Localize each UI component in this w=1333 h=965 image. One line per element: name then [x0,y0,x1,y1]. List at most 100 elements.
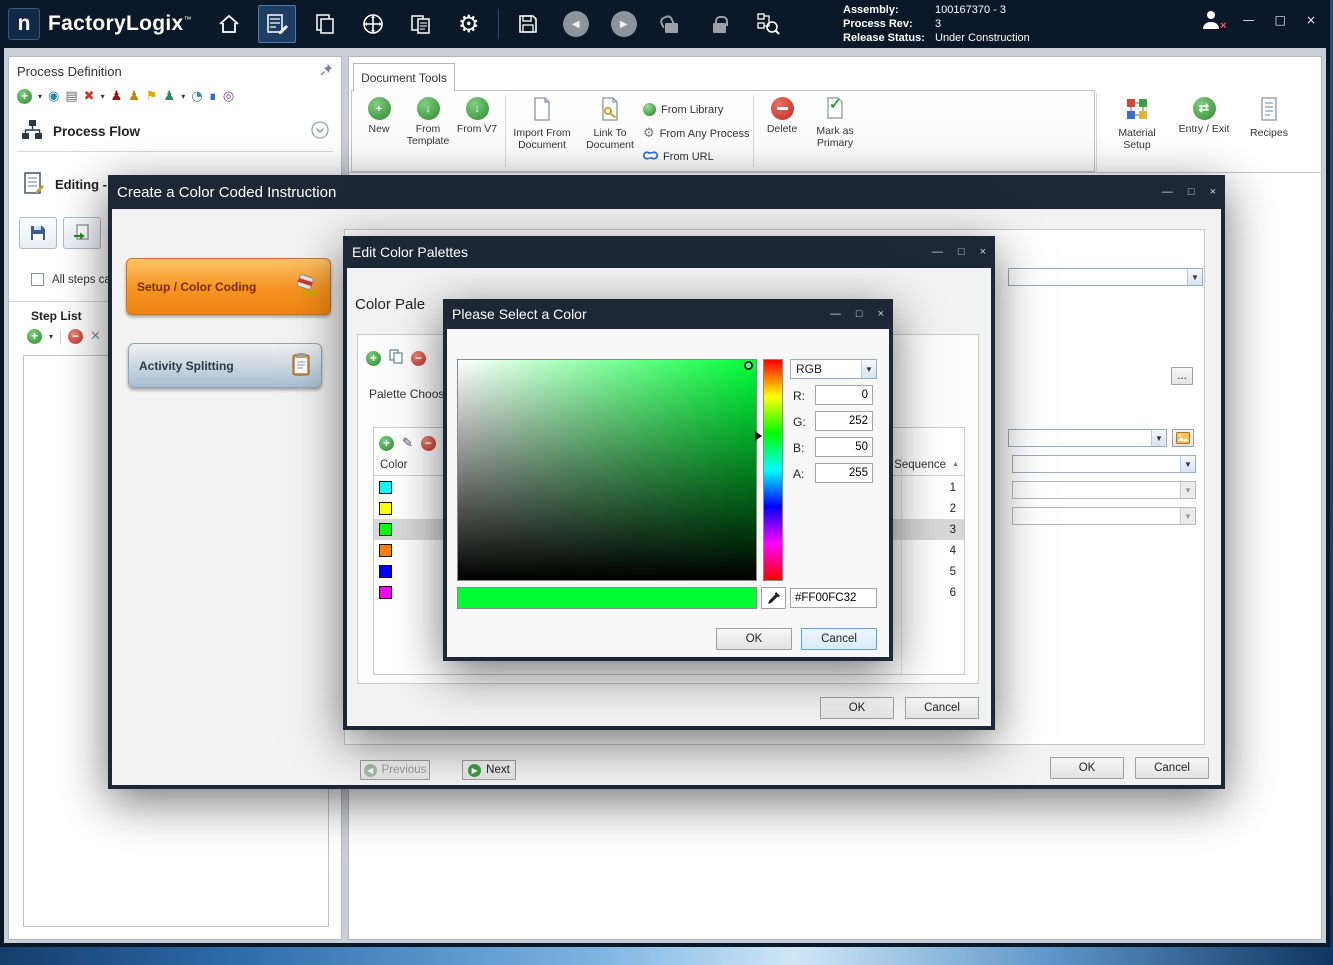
app-close-button[interactable]: × [1306,13,1316,27]
from-library-button[interactable]: From Library [643,103,723,116]
process-search-icon[interactable] [749,5,787,43]
save-step-button[interactable] [19,217,57,249]
add-caret-icon[interactable]: ▾ [38,92,42,101]
add-step-icon[interactable]: + [27,329,42,344]
link-to-document-button[interactable]: Link To Document [579,97,641,151]
all-steps-checkbox[interactable] [31,273,44,286]
back-icon[interactable]: ◀ [557,5,595,43]
remove-step-icon[interactable]: − [68,329,83,344]
collapse-arrow-icon[interactable] [311,121,329,142]
globe-icon[interactable]: ◉ [48,90,59,104]
maximize-icon[interactable]: □ [1188,186,1195,198]
nav-activity-splitting[interactable]: Activity Splitting [128,343,322,388]
add-palette-icon[interactable]: + [366,351,381,366]
from-url-button[interactable]: From URL [643,149,714,165]
new-document-button[interactable]: + New [357,97,401,135]
add-icon[interactable]: + [17,89,32,104]
blue-channel-input[interactable] [815,437,873,457]
image-picker-button[interactable] [1172,429,1194,447]
ok-button[interactable]: OK [1050,757,1124,779]
color-swatch[interactable] [379,481,392,494]
minimize-icon[interactable]: — [830,308,841,320]
lock-icon[interactable] [701,5,739,43]
next-button[interactable]: ▶ Next [462,760,516,780]
saturation-value-picker[interactable] [457,359,757,581]
add-color-icon[interactable]: + [379,436,394,451]
close-icon[interactable]: × [878,308,884,320]
copy-palette-icon[interactable] [389,349,403,367]
hue-slider-marker[interactable] [755,431,762,441]
close-icon[interactable]: × [980,246,986,258]
green-channel-input[interactable] [815,411,873,431]
import-step-button[interactable] [63,217,101,249]
user-gold-icon[interactable]: ♟ [128,90,140,104]
nav-setup-color-coding[interactable]: Setup / Color Coding [126,258,331,315]
transfer-icon[interactable]: ✖ [84,90,95,104]
maximize-icon[interactable]: □ [856,308,863,320]
copyright-icon[interactable]: ◎ [223,90,234,104]
user-logout-icon[interactable]: × [1199,8,1223,32]
option-combo-3[interactable]: ▼ [1012,507,1196,525]
print-icon[interactable]: ▤ [65,90,77,104]
user-red-icon[interactable]: ♟ [111,90,123,104]
cancel-button[interactable]: Cancel [801,628,877,650]
close-icon[interactable]: × [1210,186,1216,198]
maximize-icon[interactable]: □ [958,246,965,258]
color-mode-select[interactable]: RGB ▼ [790,359,877,379]
alpha-channel-input[interactable] [815,463,873,483]
cut-step-icon[interactable]: ✕ [90,330,101,344]
cancel-button[interactable]: Cancel [1135,757,1209,779]
forward-icon[interactable]: ▶ [605,5,643,43]
color-swatch[interactable] [379,502,392,515]
dialog-titlebar[interactable]: Edit Color Palettes — □ × [343,236,995,268]
hex-color-input[interactable] [790,588,877,608]
cancel-button[interactable]: Cancel [905,697,979,719]
documents-stack-icon[interactable] [306,5,344,43]
dialog-titlebar[interactable]: Please Select a Color — □ × [443,299,893,329]
palette-combo[interactable]: ▼ [1008,429,1167,447]
import-from-document-button[interactable]: Import From Document [509,97,575,151]
previous-button[interactable]: ◀ Previous [360,760,430,780]
red-channel-input[interactable] [815,385,873,405]
browse-ellipsis-button[interactable]: ... [1171,367,1193,385]
minimize-icon[interactable]: — [1162,186,1173,198]
option-combo-2[interactable]: ▼ [1012,481,1196,499]
copy-documents-icon[interactable] [402,5,440,43]
flag-icon[interactable]: ⚑ [146,90,158,104]
pause-icon[interactable]: ∎ [209,90,217,104]
color-swatch[interactable] [379,544,392,557]
delete-document-button[interactable]: Delete [759,97,805,135]
process-flow-row[interactable]: Process Flow [21,119,140,144]
navigate-icon[interactable] [354,5,392,43]
from-v7-button[interactable]: ↓ From V7 [455,97,499,135]
users-caret-icon[interactable]: ▾ [181,92,185,101]
sv-selection-marker[interactable] [744,361,753,370]
from-any-process-button[interactable]: ⚙ From Any Process [643,126,750,141]
transfer-caret-icon[interactable]: ▾ [101,92,105,101]
remove-palette-icon[interactable]: − [411,351,426,366]
pin-icon[interactable] [320,63,333,79]
settings-gear-icon[interactable]: ⚙ [450,5,488,43]
entry-exit-button[interactable]: ⇄ Entry / Exit [1173,97,1235,135]
home-icon[interactable] [210,5,248,43]
tab-document-tools[interactable]: Document Tools [353,63,455,91]
unlock-icon[interactable] [653,5,691,43]
color-swatch[interactable] [379,565,392,578]
history-icon[interactable]: ◔ [191,90,202,104]
hue-slider[interactable] [763,359,783,581]
add-step-caret-icon[interactable]: ▾ [49,332,53,341]
minimize-icon[interactable]: — [932,246,943,258]
user-green-icon[interactable]: ♟ [164,90,176,104]
eyedropper-button[interactable] [761,587,786,609]
dialog-titlebar[interactable]: Create a Color Coded Instruction — □ × [108,175,1225,209]
material-setup-button[interactable]: Material Setup [1107,97,1167,151]
app-minimize-button[interactable]: — [1243,13,1255,27]
document-combo[interactable]: ▼ [1008,268,1203,286]
from-template-button[interactable]: ↓ From Template [403,97,453,147]
mark-as-primary-button[interactable]: ✓ Mark as Primary [807,97,863,149]
ok-button[interactable]: OK [820,697,894,719]
color-swatch[interactable] [379,523,392,536]
color-swatch[interactable] [379,586,392,599]
recipes-button[interactable]: Recipes [1243,97,1295,139]
app-maximize-button[interactable]: □ [1275,13,1286,27]
